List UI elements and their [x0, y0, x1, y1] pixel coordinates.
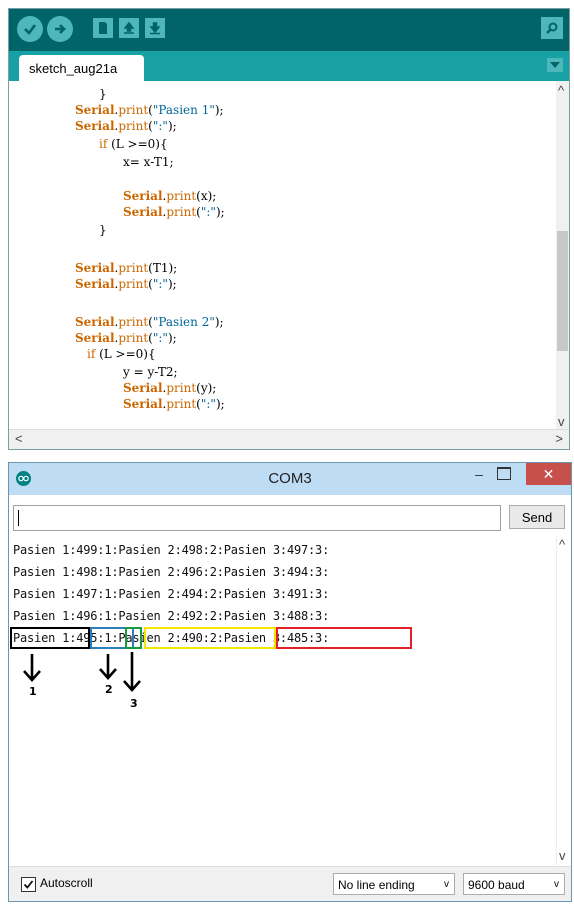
tab-bar: sketch_aug21a: [9, 51, 569, 81]
annotation-arrow-2: [99, 654, 117, 680]
minimize-button[interactable]: –: [469, 467, 489, 483]
output-line: Pasien 1:498:1:Pasien 2:496:2:Pasien 3:4…: [13, 565, 330, 579]
code-line: Serial.print(":");: [123, 205, 225, 219]
scroll-up-icon[interactable]: ^: [558, 83, 564, 98]
scroll-down-icon[interactable]: v: [558, 414, 565, 429]
editor-horizontal-scrollbar[interactable]: < >: [9, 429, 569, 449]
annotation-label-1: 1: [29, 685, 37, 698]
tab-menu-button[interactable]: [547, 58, 563, 72]
code-line: }: [99, 87, 107, 101]
code-line: Serial.print(T1);: [75, 261, 178, 275]
code-line: Serial.print("Pasien 1");: [75, 103, 224, 117]
baud-select[interactable]: 9600 baud v: [463, 873, 565, 895]
upload-icon: [123, 21, 135, 34]
line-ending-select[interactable]: No line ending v: [333, 873, 455, 895]
open-button[interactable]: [119, 18, 139, 38]
arduino-ide-window: sketch_aug21a } Serial.print("Pasien 1")…: [8, 8, 570, 450]
command-input[interactable]: [13, 505, 501, 531]
magnifier-icon: [546, 22, 558, 34]
output-line: Pasien 1:496:1:Pasien 2:492:2:Pasien 3:4…: [13, 609, 330, 623]
output-line: Pasien 1:497:1:Pasien 2:494:2:Pasien 3:4…: [13, 587, 330, 601]
scroll-left-icon[interactable]: <: [15, 431, 23, 446]
tab-sketch[interactable]: sketch_aug21a: [19, 55, 144, 81]
code-line: }: [99, 223, 107, 237]
checkmark-icon: [23, 880, 34, 889]
status-bar: Autoscroll No line ending v 9600 baud v: [9, 866, 571, 901]
editor-vertical-scrollbar[interactable]: ^ v: [556, 81, 569, 429]
new-button[interactable]: [93, 18, 113, 38]
highlight-box-black: [10, 627, 90, 649]
code-editor[interactable]: } Serial.print("Pasien 1"); Serial.print…: [9, 81, 556, 429]
code-line: Serial.print("Pasien 2");: [75, 315, 224, 329]
serial-monitor-window: COM3 – ✕ Send Pasien 1:499:1:Pasien 2:49…: [8, 462, 572, 902]
chevron-down-icon: v: [554, 879, 559, 890]
arrow-right-icon: [55, 24, 66, 34]
annotation-label-2: 2: [105, 683, 113, 696]
code-line: x= x-T1;: [123, 155, 174, 169]
annotation-arrow-3: [123, 652, 141, 692]
output-line: Pasien 1:499:1:Pasien 2:498:2:Pasien 3:4…: [13, 543, 330, 557]
output-vertical-scrollbar[interactable]: ^ v: [556, 535, 571, 865]
highlight-box-yellow: [144, 627, 276, 649]
serial-output: Pasien 1:499:1:Pasien 2:498:2:Pasien 3:4…: [10, 535, 553, 865]
code-line: Serial.print(":");: [123, 397, 225, 411]
file-icon: [99, 22, 107, 34]
code-line: y = y-T2;: [123, 365, 178, 379]
scroll-thumb[interactable]: [557, 231, 568, 351]
baud-value: 9600 baud: [468, 878, 525, 892]
serial-monitor-button[interactable]: [541, 17, 563, 39]
annotation-arrow-1: [23, 654, 41, 682]
maximize-button[interactable]: [497, 467, 511, 480]
highlight-box-green: [125, 627, 142, 649]
upload-button[interactable]: [47, 16, 73, 42]
scroll-right-icon[interactable]: >: [555, 431, 563, 446]
autoscroll-checkbox[interactable]: [21, 877, 36, 892]
send-button[interactable]: Send: [509, 505, 565, 529]
autoscroll-label: Autoscroll: [40, 876, 93, 890]
code-line: Serial.print(x);: [123, 189, 217, 203]
download-icon: [149, 22, 161, 35]
scroll-up-icon[interactable]: ^: [559, 537, 565, 552]
scroll-down-icon[interactable]: v: [559, 848, 566, 863]
code-line: if (L >=0){: [99, 137, 168, 151]
line-ending-value: No line ending: [338, 878, 415, 892]
code-line: Serial.print(":");: [75, 119, 177, 133]
toolbar: [9, 9, 569, 51]
highlight-box-red: [276, 627, 412, 649]
triangle-down-icon: [550, 62, 560, 68]
title-bar: COM3 – ✕: [9, 463, 571, 495]
code-line: Serial.print(y);: [123, 381, 217, 395]
close-button[interactable]: ✕: [526, 463, 571, 485]
code-line: if (L >=0){: [87, 347, 156, 361]
code-line: Serial.print(":");: [75, 277, 177, 291]
code-line: Serial.print(":");: [75, 331, 177, 345]
annotation-label-3: 3: [130, 697, 138, 710]
save-button[interactable]: [145, 18, 165, 38]
check-icon: [24, 24, 37, 35]
text-caret: [18, 510, 19, 526]
verify-button[interactable]: [17, 16, 43, 42]
chevron-down-icon: v: [444, 879, 449, 890]
